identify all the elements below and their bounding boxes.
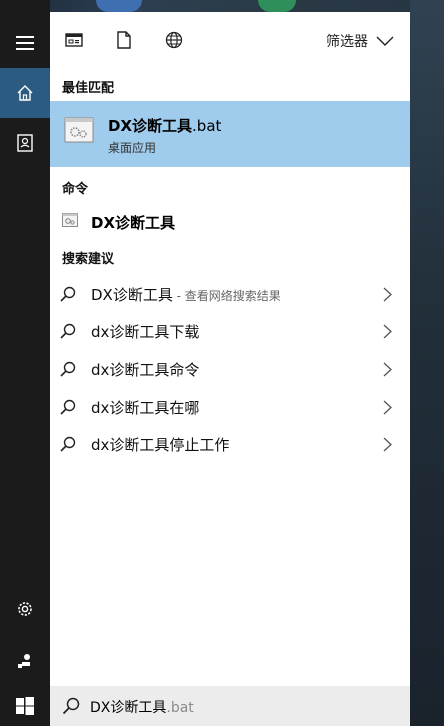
settings-button[interactable] <box>0 584 50 634</box>
chevron-right-icon <box>383 437 392 452</box>
best-match-subtitle: 桌面应用 <box>108 141 157 155</box>
suggestion-text: dx诊断工具命令 <box>91 361 200 379</box>
best-match-name: DX诊断工具 <box>108 117 193 135</box>
app-window-icon <box>65 33 83 47</box>
desktop-background-right <box>410 0 444 726</box>
search-icon <box>60 286 76 302</box>
hamburger-icon <box>16 36 34 50</box>
start-button[interactable] <box>0 686 50 726</box>
batch-file-icon <box>64 117 94 143</box>
best-match-extension: .bat <box>192 117 222 135</box>
start-nav-rail <box>0 0 50 726</box>
suggestion-text: DX诊断工具 - 查看网络搜索结果 <box>91 284 281 305</box>
search-icon <box>60 361 76 377</box>
search-results-panel: 筛选器 最佳匹配 DX诊断工具.bat 桌面应用 命令 DX诊断工具 搜索建议 <box>50 12 410 686</box>
desktop-background-top <box>0 0 444 12</box>
search-box[interactable]: DX诊断工具.bat <box>50 686 410 726</box>
best-match-result[interactable]: DX诊断工具.bat 桌面应用 <box>50 101 410 167</box>
suggestion-item[interactable]: DX诊断工具 - 查看网络搜索结果 <box>50 278 410 310</box>
command-label: DX诊断工具 <box>91 214 176 232</box>
chevron-down-icon <box>376 36 394 46</box>
best-match-title: DX诊断工具.bat <box>108 115 221 136</box>
notebook-button[interactable] <box>0 118 50 168</box>
globe-icon <box>165 31 183 49</box>
suggestion-hint: - 查看网络搜索结果 <box>172 289 281 303</box>
suggestion-item[interactable]: dx诊断工具停止工作 <box>50 428 410 460</box>
home-icon <box>17 85 33 101</box>
chevron-right-icon <box>383 400 392 415</box>
menu-button[interactable] <box>0 18 50 68</box>
section-heading-suggestions: 搜索建议 <box>62 252 115 267</box>
gear-icon <box>18 602 32 616</box>
search-autocomplete: .bat <box>166 700 194 716</box>
home-button[interactable] <box>0 68 50 118</box>
web-filter-button[interactable] <box>162 28 186 52</box>
suggestion-item[interactable]: dx诊断工具下载 <box>50 315 410 347</box>
filter-dropdown[interactable]: 筛选器 <box>326 31 394 51</box>
taskbar-app-icon <box>96 0 142 12</box>
documents-filter-button[interactable] <box>112 28 136 52</box>
windows-logo-icon <box>16 697 34 715</box>
filter-toolbar: 筛选器 <box>50 12 410 66</box>
chevron-right-icon <box>383 287 392 302</box>
chevron-right-icon <box>383 362 392 377</box>
section-heading-best-match: 最佳匹配 <box>62 81 115 96</box>
suggestion-text: dx诊断工具下载 <box>91 323 200 341</box>
search-icon <box>60 323 76 339</box>
search-icon <box>60 436 76 452</box>
search-input[interactable]: DX诊断工具.bat <box>90 697 194 717</box>
chevron-right-icon <box>383 324 392 339</box>
notebook-icon <box>17 134 33 152</box>
section-heading-commands: 命令 <box>62 182 89 197</box>
filter-label: 筛选器 <box>326 34 368 50</box>
batch-file-icon <box>62 213 78 227</box>
suggestion-text: dx诊断工具停止工作 <box>91 436 230 454</box>
command-result[interactable]: DX诊断工具 <box>50 208 410 236</box>
suggestion-query: DX诊断工具 <box>91 286 173 304</box>
suggestion-item[interactable]: dx诊断工具在哪 <box>50 391 410 423</box>
search-icon <box>60 399 76 415</box>
document-icon <box>117 31 131 49</box>
search-icon <box>62 697 80 715</box>
search-query: DX诊断工具 <box>90 700 167 716</box>
suggestion-text: dx诊断工具在哪 <box>91 399 200 417</box>
apps-filter-button[interactable] <box>62 28 86 52</box>
feedback-icon <box>18 654 30 668</box>
feedback-button[interactable] <box>0 636 50 686</box>
suggestion-item[interactable]: dx诊断工具命令 <box>50 353 410 385</box>
taskbar-app-icon <box>258 0 296 12</box>
